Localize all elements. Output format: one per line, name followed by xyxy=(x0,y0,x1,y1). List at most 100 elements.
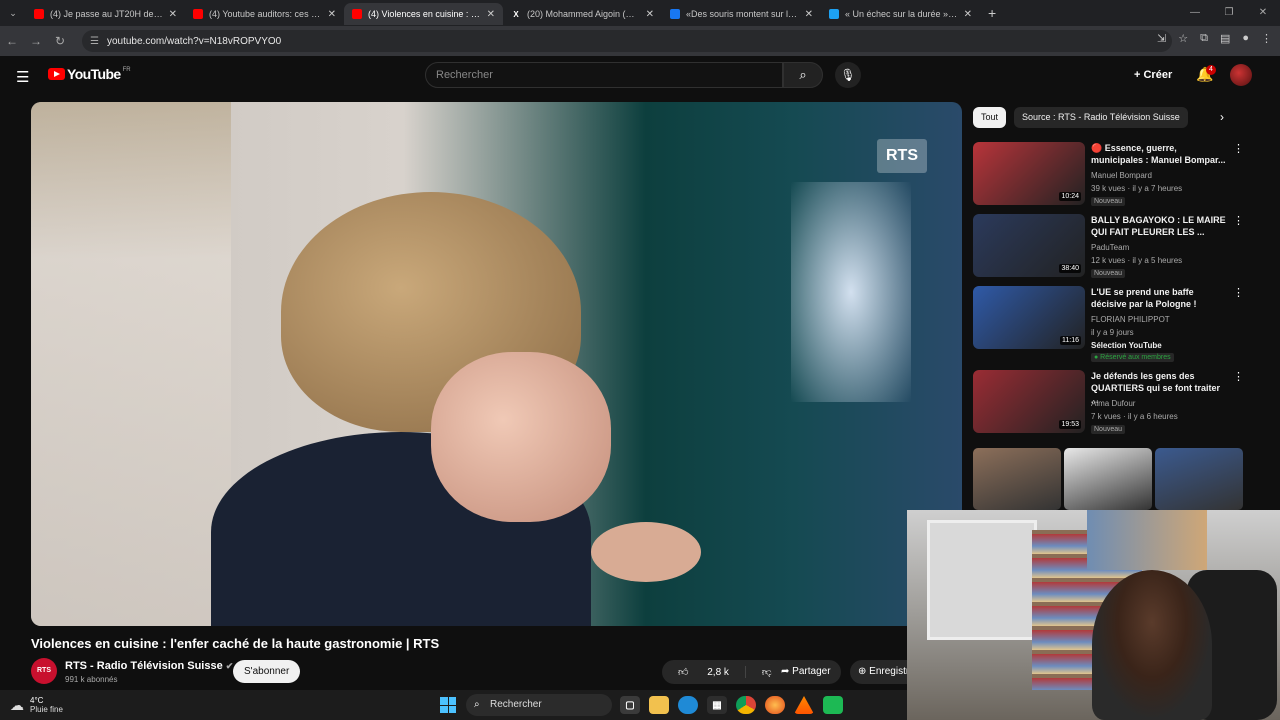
address-bar-row: ← → ↻ ☰ youtube.com/watch?v=N18vROPVYO0 … xyxy=(0,26,1280,56)
tab-close-icon[interactable]: ✕ xyxy=(805,9,813,20)
tab-favicon-icon xyxy=(670,9,680,19)
browser-tab[interactable]: « Un échec sur la durée » : Aldi ✕ xyxy=(821,3,980,25)
browser-tab[interactable]: (4) Je passe au JT20H de France ✕ xyxy=(26,3,185,25)
taskbar-search-icon: ⌕ xyxy=(474,699,480,710)
tab-title: (4) Violences en cuisine : l'enfe xyxy=(368,9,481,19)
menu-icon[interactable]: ⋮ xyxy=(1261,32,1272,45)
taskbar-search[interactable]: ⌕ Rechercher xyxy=(466,694,612,716)
site-info-icon[interactable]: ☰ xyxy=(90,36,99,47)
recommended-video[interactable]: 19:53 Je défends les gens des QUARTIERS q… xyxy=(973,370,1244,438)
more-options-icon[interactable]: ⋮ xyxy=(1233,142,1244,155)
filter-chip[interactable]: Source : RTS - Radio Télévision Suisse xyxy=(1014,107,1188,128)
recommended-video[interactable]: 11:16 L'UE se prend une baffe décisive pa… xyxy=(973,286,1244,362)
profile-icon[interactable]: ● xyxy=(1242,32,1249,45)
weather-cloud-icon: ☁ xyxy=(10,697,24,713)
recommended-title[interactable]: BALLY BAGAYOKO : LE MAIRE QUI FAIT PLEUR… xyxy=(1091,214,1227,238)
account-avatar[interactable] xyxy=(1230,64,1252,86)
taskbar-apps: ▢ ▦ xyxy=(620,696,843,714)
sidepanel-icon[interactable]: ▤ xyxy=(1220,32,1230,45)
recommended-channel[interactable]: Alma Dufour xyxy=(1091,399,1135,408)
forward-icon[interactable]: → xyxy=(24,34,48,48)
browser-tab[interactable]: «Des souris montent sur les sal ✕ xyxy=(662,3,821,25)
save-label: Enregistrer xyxy=(869,666,910,677)
windows-start-icon[interactable] xyxy=(440,697,456,713)
weather-widget[interactable]: ☁ 4°C Pluie fine xyxy=(10,696,63,715)
minimize-icon[interactable]: — xyxy=(1178,0,1212,26)
like-count: 2,8 k xyxy=(707,667,729,678)
recommended-title[interactable]: 🔴 Essence, guerre, municipales : Manuel … xyxy=(1091,142,1227,166)
create-button[interactable]: + Créer xyxy=(1124,64,1182,86)
search-icon: ⌕ xyxy=(799,67,807,82)
tab-close-icon[interactable]: ✕ xyxy=(328,9,336,20)
browser-tab[interactable]: (4) Violences en cuisine : l'enfe ✕ xyxy=(344,3,503,25)
short-thumbnail[interactable] xyxy=(1155,448,1243,510)
firefox-icon[interactable] xyxy=(765,696,785,714)
store-icon[interactable]: ▦ xyxy=(707,696,727,714)
new-tab-button[interactable]: + xyxy=(988,5,996,21)
file-explorer-icon[interactable] xyxy=(649,696,669,714)
search-input[interactable]: Rechercher xyxy=(425,62,783,88)
recommended-meta: 39 k vues · il y a 7 heures xyxy=(1091,184,1183,193)
search-button[interactable]: ⌕ xyxy=(783,62,823,88)
url-field[interactable]: ☰ youtube.com/watch?v=N18vROPVYO0 xyxy=(82,30,1172,52)
browser-tabbar: ⌄ (4) Je passe au JT20H de France✕(4) Yo… xyxy=(0,0,1280,26)
filter-chips: Tout Source : RTS - Radio Télévision Suis… xyxy=(973,107,1188,128)
extensions-icon[interactable]: ⧉ xyxy=(1200,32,1208,45)
video-player[interactable]: RTS xyxy=(31,102,962,626)
video-thumbnail[interactable]: 38:40 xyxy=(973,214,1085,277)
browser-tab[interactable]: (4) Youtube auditors: ces influe ✕ xyxy=(185,3,344,25)
chevron-right-icon[interactable]: › xyxy=(1220,110,1224,124)
recommended-channel[interactable]: FLORIAN PHILIPPOT xyxy=(1091,315,1170,324)
recommended-channel[interactable]: PaduTeam xyxy=(1091,243,1129,252)
like-button[interactable]: 👍︎ 2,8 k xyxy=(662,666,745,678)
tab-close-icon[interactable]: ✕ xyxy=(964,9,972,20)
bookmark-star-icon[interactable]: ☆ xyxy=(1178,32,1188,45)
recommended-video[interactable]: 10:24 🔴 Essence, guerre, municipales : Ma… xyxy=(973,142,1244,210)
tab-close-icon[interactable]: ✕ xyxy=(487,9,495,20)
maximize-icon[interactable]: ❐ xyxy=(1212,0,1246,26)
tab-close-icon[interactable]: ✕ xyxy=(169,9,177,20)
video-light-blur xyxy=(791,182,911,402)
subscribe-button[interactable]: S'abonner xyxy=(233,660,301,683)
more-options-icon[interactable]: ⋮ xyxy=(1233,214,1244,227)
more-options-icon[interactable]: ⋮ xyxy=(1233,370,1244,383)
video-duration: 11:16 xyxy=(1060,336,1081,345)
edge-icon[interactable] xyxy=(678,696,698,714)
tab-title: «Des souris montent sur les sal xyxy=(686,9,799,19)
reload-icon[interactable]: ↻ xyxy=(48,34,72,48)
video-title: Violences en cuisine : l'enfer caché de … xyxy=(31,636,440,651)
video-thumbnail[interactable]: 11:16 xyxy=(973,286,1085,349)
recommended-title[interactable]: L'UE se prend une baffe décisive par la … xyxy=(1091,286,1227,310)
chrome-icon[interactable] xyxy=(736,696,756,714)
tab-search-icon[interactable]: ⌄ xyxy=(0,0,26,26)
vlc-icon[interactable] xyxy=(794,696,814,714)
temperature: 4°C xyxy=(30,696,44,705)
short-thumbnail[interactable] xyxy=(973,448,1061,510)
share-button[interactable]: ➦ Partager xyxy=(771,660,841,684)
channel-name[interactable]: RTS - Radio Télévision Suisse ✔ xyxy=(65,660,233,672)
hamburger-icon[interactable]: ☰ xyxy=(16,68,29,86)
recommended-channel[interactable]: Manuel Bompard xyxy=(1091,171,1152,180)
install-icon[interactable]: ⇲ xyxy=(1157,32,1166,45)
voice-search-button[interactable]: 🎙 xyxy=(835,62,861,88)
close-window-icon[interactable]: ✕ xyxy=(1246,0,1280,26)
video-duration: 38:40 xyxy=(1059,264,1081,273)
create-label: Créer xyxy=(1143,69,1173,81)
tab-close-icon[interactable]: ✕ xyxy=(646,9,654,20)
video-thumbnail[interactable]: 19:53 xyxy=(973,370,1085,433)
save-button[interactable]: ⊕ Enregistrer xyxy=(850,660,910,684)
recommended-video[interactable]: 38:40 BALLY BAGAYOKO : LE MAIRE QUI FAIT … xyxy=(973,214,1244,282)
back-icon[interactable]: ← xyxy=(0,34,24,48)
channel-avatar[interactable]: RTS xyxy=(31,658,57,684)
browser-tab[interactable]: X (20) Mohammed Aigoin (@Mo ✕ xyxy=(503,3,662,25)
tab-favicon-icon xyxy=(829,9,839,19)
filter-chip[interactable]: Tout xyxy=(973,107,1007,128)
app-green-icon[interactable] xyxy=(823,696,843,714)
short-thumbnail[interactable] xyxy=(1064,448,1152,510)
task-view-icon[interactable]: ▢ xyxy=(620,696,640,714)
video-thumbnail[interactable]: 10:24 xyxy=(973,142,1085,205)
windows-taskbar: ☁ 4°C Pluie fine ⌕ Rechercher ▢ ▦ xyxy=(0,690,907,720)
youtube-logo[interactable]: YouTube FR xyxy=(48,66,131,82)
more-options-icon[interactable]: ⋮ xyxy=(1233,286,1244,299)
tab-favicon-icon xyxy=(193,9,203,19)
